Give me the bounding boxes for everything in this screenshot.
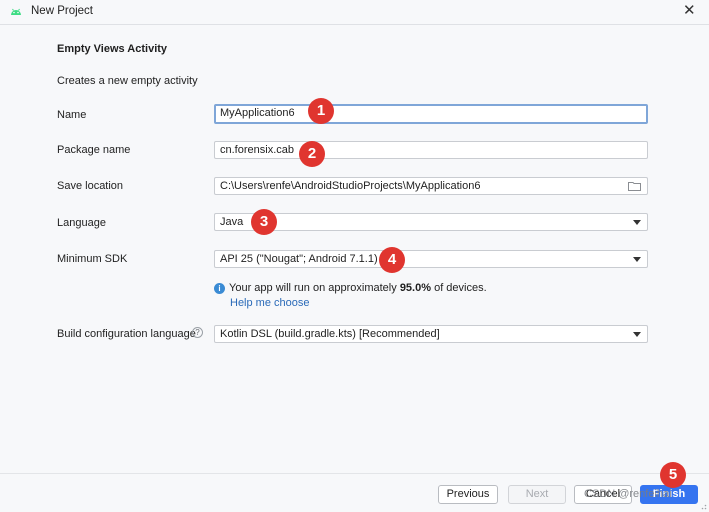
annotation-badge-2: 2 (299, 141, 325, 167)
annotation-badge-5: 5 (660, 462, 686, 488)
name-label: Name (57, 109, 87, 121)
android-icon (11, 8, 21, 15)
info-icon: i (214, 282, 225, 294)
sdk-info-percent: 95.0% (399, 282, 432, 294)
page-title: Empty Views Activity (57, 43, 168, 55)
package-label: Package name (57, 144, 131, 156)
annotation-badge-4: 4 (379, 247, 405, 273)
chevron-down-icon (633, 332, 641, 337)
sdk-info: i Your app will run on approximately 95.0… (214, 282, 487, 294)
save-location-label: Save location (57, 180, 124, 192)
resize-grip-icon[interactable] (699, 502, 707, 510)
save-location-value: C:\Users\renfe\AndroidStudioProjects\MyA… (220, 180, 481, 192)
annotation-badge-1: 1 (308, 98, 334, 124)
sdk-info-prefix: Your app will run on approximately (229, 282, 400, 294)
sdk-info-suffix: of devices. (431, 282, 487, 294)
min-sdk-value: API 25 ("Nougat"; Android 7.1.1) (220, 253, 378, 265)
package-name-field[interactable]: cn.forensix.cab (214, 141, 648, 159)
watermark: CSDN @renfeihai (584, 488, 672, 500)
min-sdk-select[interactable]: API 25 ("Nougat"; Android 7.1.1) (214, 250, 648, 268)
name-field[interactable]: MyApplication6 (214, 104, 648, 124)
save-location-field[interactable]: C:\Users\renfe\AndroidStudioProjects\MyA… (214, 177, 648, 195)
title-bar: New Project ✕ (0, 0, 709, 25)
help-me-choose-link[interactable]: Help me choose (230, 297, 310, 309)
footer-divider (0, 473, 709, 474)
folder-icon[interactable] (628, 181, 641, 191)
close-icon[interactable]: ✕ (683, 3, 696, 19)
language-select[interactable]: Java (214, 213, 648, 231)
package-value: cn.forensix.cab (220, 144, 294, 156)
build-config-select[interactable]: Kotlin DSL (build.gradle.kts) [Recommend… (214, 325, 648, 343)
language-label: Language (57, 217, 106, 229)
question-icon[interactable]: ? (192, 327, 203, 338)
chevron-down-icon (633, 220, 641, 225)
next-button[interactable]: Next (508, 485, 566, 504)
build-config-value: Kotlin DSL (build.gradle.kts) [Recommend… (220, 328, 440, 340)
name-value: MyApplication6 (220, 107, 295, 119)
page-description: Creates a new empty activity (57, 75, 198, 87)
window-title: New Project (31, 5, 93, 17)
build-config-label: Build configuration language (57, 328, 196, 340)
previous-button[interactable]: Previous (438, 485, 498, 504)
language-value: Java (220, 216, 244, 228)
min-sdk-label: Minimum SDK (57, 253, 128, 265)
annotation-badge-3: 3 (251, 209, 277, 235)
chevron-down-icon (633, 257, 641, 262)
